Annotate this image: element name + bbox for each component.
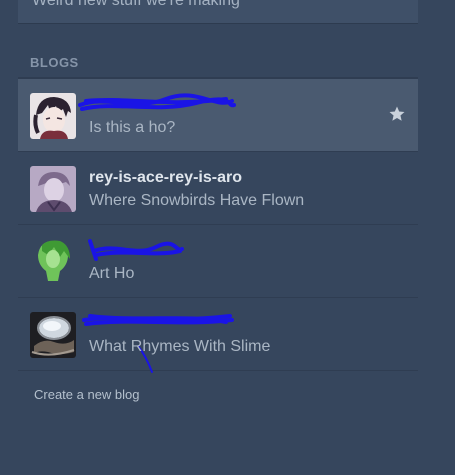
blog-title: Is this a ho? (89, 119, 176, 136)
avatar (30, 93, 76, 139)
star-icon[interactable] (388, 105, 406, 123)
blog-title: Where Snowbirds Have Flown (89, 192, 305, 209)
blog-row-2[interactable]: rey-is-ace-rey-is-aro Where Snowbirds Ha… (18, 152, 418, 225)
section-title-blogs: BLOGS (30, 55, 79, 70)
avatar (30, 166, 76, 212)
blog-name: rey-is-ace-rey-is-aro (89, 169, 242, 186)
avatar (30, 237, 76, 283)
create-new-blog-link[interactable]: Create a new blog (34, 387, 140, 402)
blog-title: What Rhymes With Slime (89, 338, 271, 355)
blog-row-4[interactable]: What Rhymes With Slime (18, 298, 418, 373)
blog-title: Art Ho (89, 265, 135, 282)
menu-item-top[interactable]: Weird new stuff we're making (18, 0, 418, 24)
avatar (30, 312, 76, 358)
blog-switcher-panel: Weird new stuff we're making BLOGS Is th… (18, 0, 418, 404)
blog-row-3[interactable]: Art Ho (18, 225, 418, 298)
redaction-scribble (78, 93, 236, 111)
blog-list: Is this a ho? rey-is-ace-rey-is-aro Wher… (18, 77, 418, 373)
blog-row-1[interactable]: Is this a ho? (18, 79, 418, 152)
menu-item-top-label: Weird new stuff we're making (32, 0, 240, 9)
redaction-scribble (88, 239, 184, 261)
